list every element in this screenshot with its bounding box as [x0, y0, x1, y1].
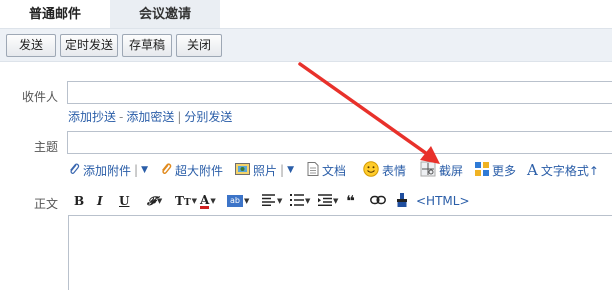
- annotation-arrow: [298, 62, 440, 164]
